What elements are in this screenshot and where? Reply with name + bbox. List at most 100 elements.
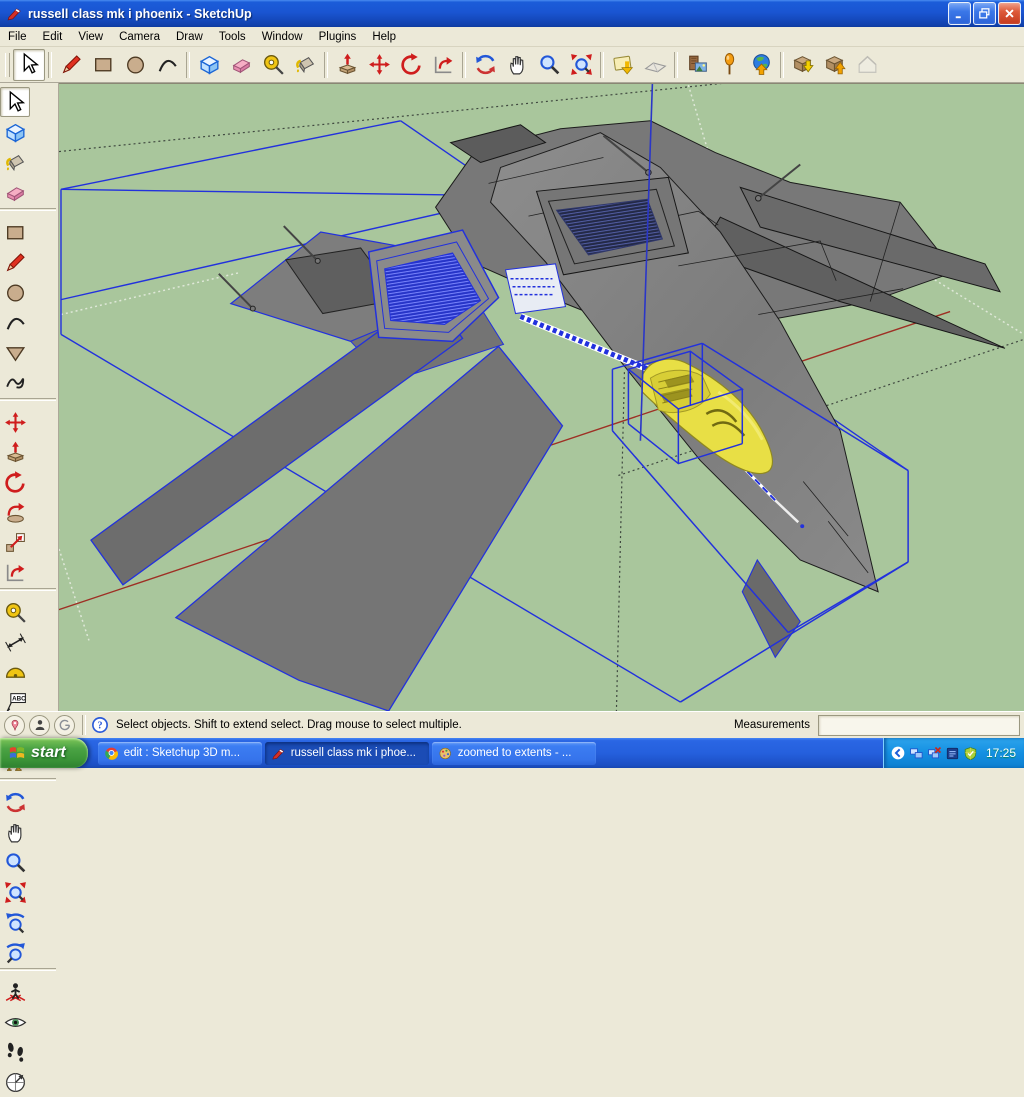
pan-tool-button[interactable] bbox=[501, 49, 533, 81]
pan-icon bbox=[3, 820, 28, 845]
geolocation-button[interactable] bbox=[4, 714, 25, 736]
paint-bucket-tool-button[interactable] bbox=[0, 147, 30, 177]
photo-textures-tool-button[interactable] bbox=[681, 49, 713, 81]
menu-plugins[interactable]: Plugins bbox=[311, 29, 365, 45]
close-button[interactable] bbox=[998, 2, 1021, 25]
pan-tool-button[interactable] bbox=[0, 817, 30, 847]
next-view-tool-button[interactable] bbox=[0, 937, 30, 967]
tape-measure-icon bbox=[3, 600, 28, 625]
menu-tools[interactable]: Tools bbox=[211, 29, 254, 45]
toggle-terrain-tool-button[interactable] bbox=[639, 49, 671, 81]
menu-window[interactable]: Window bbox=[254, 29, 311, 45]
line-tool-button[interactable] bbox=[0, 247, 30, 277]
minimize-button[interactable] bbox=[948, 2, 971, 25]
get-models-tool-button[interactable] bbox=[787, 49, 819, 81]
select-tool-button[interactable] bbox=[0, 87, 30, 117]
menu-view[interactable]: View bbox=[70, 29, 111, 45]
line-icon bbox=[59, 52, 84, 77]
section-plane-tool-button[interactable] bbox=[0, 1067, 30, 1097]
sign-in-icon bbox=[58, 718, 72, 732]
paint-bucket-tool-button[interactable] bbox=[289, 49, 321, 81]
offset-icon bbox=[431, 52, 456, 77]
move-tool-button[interactable] bbox=[0, 407, 30, 437]
menu-edit[interactable]: Edit bbox=[35, 29, 71, 45]
freehand-tool-button[interactable] bbox=[0, 367, 30, 397]
follow-me-tool-button[interactable] bbox=[0, 497, 30, 527]
line-tool-button[interactable] bbox=[55, 49, 87, 81]
application-tray-icon[interactable] bbox=[945, 746, 960, 761]
get-current-view-tool-button[interactable] bbox=[607, 49, 639, 81]
viewport-3d[interactable] bbox=[59, 83, 1024, 711]
network-tray-icon[interactable] bbox=[909, 746, 924, 761]
zoom-tool-button[interactable] bbox=[533, 49, 565, 81]
restore-button[interactable] bbox=[973, 2, 996, 25]
menu-draw[interactable]: Draw bbox=[168, 29, 211, 45]
sign-in-button[interactable] bbox=[54, 714, 75, 736]
arc-tool-button[interactable] bbox=[151, 49, 183, 81]
rectangle-tool-button[interactable] bbox=[0, 217, 30, 247]
toolbar-grip[interactable] bbox=[5, 52, 10, 77]
select-tool-button[interactable] bbox=[13, 48, 45, 81]
previous-view-tool-button[interactable] bbox=[0, 907, 30, 937]
push-pull-tool-button[interactable] bbox=[0, 437, 30, 467]
status-bar: Select objects. Shift to extend select. … bbox=[0, 711, 1024, 738]
eraser-icon bbox=[3, 180, 28, 205]
look-around-tool-button[interactable] bbox=[0, 1007, 30, 1037]
zoom-extents-tool-button[interactable] bbox=[0, 877, 30, 907]
offset-tool-button[interactable] bbox=[0, 557, 30, 587]
walk-icon bbox=[3, 1040, 28, 1065]
rectangle-tool-button[interactable] bbox=[87, 49, 119, 81]
components-tool-button[interactable] bbox=[851, 49, 883, 81]
menu-file[interactable]: File bbox=[0, 29, 35, 45]
measurements-input[interactable] bbox=[818, 714, 1020, 736]
taskbar-task[interactable]: zoomed to extents - ... bbox=[431, 741, 596, 765]
menu-help[interactable]: Help bbox=[364, 29, 404, 45]
menu-camera[interactable]: Camera bbox=[111, 29, 168, 45]
position-camera-tool-button[interactable] bbox=[0, 977, 30, 1007]
zoom-tool-button[interactable] bbox=[0, 847, 30, 877]
circle-tool-button[interactable] bbox=[0, 277, 30, 307]
make-component-tool-button[interactable] bbox=[193, 49, 225, 81]
tape-measure-tool-button[interactable] bbox=[0, 597, 30, 627]
network-offline-tray-icon[interactable] bbox=[927, 746, 942, 761]
add-new-building-tool-button[interactable] bbox=[713, 49, 745, 81]
offset-icon bbox=[3, 560, 28, 585]
help-icon[interactable] bbox=[91, 716, 109, 734]
scale-tool-button[interactable] bbox=[0, 527, 30, 557]
protractor-icon bbox=[3, 660, 28, 685]
title-bar[interactable]: russell class mk i phoenix - SketchUp bbox=[0, 0, 1024, 27]
tray-collapse-chevron-icon[interactable] bbox=[890, 745, 906, 761]
arc-tool-button[interactable] bbox=[0, 307, 30, 337]
dimension-tool-button[interactable] bbox=[0, 627, 30, 657]
taskbar-task[interactable]: edit : Sketchup 3D m... bbox=[97, 741, 262, 765]
zoom-extents-tool-button[interactable] bbox=[565, 49, 597, 81]
circle-tool-button[interactable] bbox=[119, 49, 151, 81]
status-help-text: Select objects. Shift to extend select. … bbox=[116, 719, 462, 731]
make-component-tool-button[interactable] bbox=[0, 117, 30, 147]
offset-tool-button[interactable] bbox=[427, 49, 459, 81]
rotate-tool-button[interactable] bbox=[0, 467, 30, 497]
start-button[interactable]: start bbox=[0, 738, 88, 768]
section-plane-icon bbox=[3, 1070, 28, 1095]
sketchup-app-icon bbox=[6, 5, 23, 22]
eraser-tool-button[interactable] bbox=[225, 49, 257, 81]
claim-credit-button[interactable] bbox=[29, 714, 50, 736]
rotate-tool-button[interactable] bbox=[395, 49, 427, 81]
eraser-tool-button[interactable] bbox=[0, 177, 30, 207]
freehand-icon bbox=[3, 370, 28, 395]
orbit-tool-button[interactable] bbox=[0, 787, 30, 817]
protractor-tool-button[interactable] bbox=[0, 657, 30, 687]
preview-in-google-earth-tool-button[interactable] bbox=[745, 49, 777, 81]
tape-measure-tool-button[interactable] bbox=[257, 49, 289, 81]
move-tool-button[interactable] bbox=[363, 49, 395, 81]
taskbar-task[interactable]: russell class mk i phoe... bbox=[264, 741, 429, 765]
move-icon bbox=[367, 52, 392, 77]
security-tray-icon[interactable] bbox=[963, 746, 978, 761]
polygon-tool-button[interactable] bbox=[0, 337, 30, 367]
select-icon bbox=[3, 90, 28, 115]
orbit-tool-button[interactable] bbox=[469, 49, 501, 81]
share-models-tool-button[interactable] bbox=[819, 49, 851, 81]
measurements-label: Measurements bbox=[733, 719, 810, 731]
walk-tool-button[interactable] bbox=[0, 1037, 30, 1067]
push-pull-tool-button[interactable] bbox=[331, 49, 363, 81]
